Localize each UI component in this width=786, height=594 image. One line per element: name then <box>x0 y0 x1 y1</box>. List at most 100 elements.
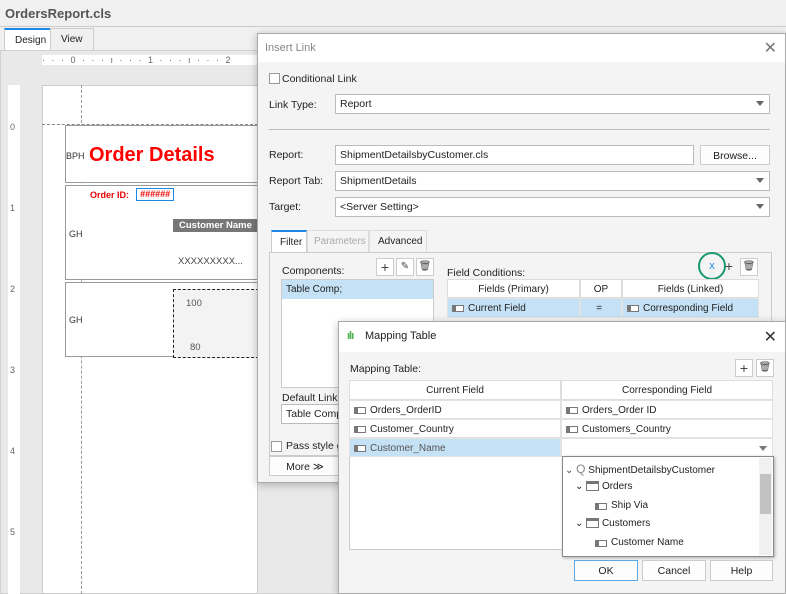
list-item[interactable]: Table Comp; <box>282 280 433 299</box>
add-icon[interactable]: + <box>720 258 738 276</box>
table-icon <box>586 481 600 492</box>
report-title-text[interactable]: Order Details <box>89 144 215 167</box>
table-cell[interactable]: Corresponding Field <box>622 298 759 318</box>
ruler-mark: 3 <box>10 365 16 375</box>
scrollbar[interactable] <box>759 458 772 555</box>
table-cell[interactable]: = <box>580 298 622 318</box>
order-id-field[interactable]: ###### <box>136 188 174 201</box>
target-value: <Server Setting> <box>340 201 419 213</box>
table-cell[interactable]: Customers_Country <box>561 419 773 438</box>
delete-icon[interactable]: 🗑 <box>740 258 758 276</box>
order-id-label[interactable]: Order ID: <box>90 190 129 200</box>
band-gh[interactable]: GH 100 80 <box>65 282 259 358</box>
link-type-select[interactable]: Report <box>335 94 770 114</box>
field-icon <box>566 426 578 433</box>
cell-text: Orders_OrderID <box>370 405 442 416</box>
cell-text: Orders_Order ID <box>582 405 657 416</box>
cell-text: Customers_Country <box>582 424 671 435</box>
field-icon <box>354 407 366 414</box>
ruler-mark: 4 <box>10 446 16 456</box>
tree-label: Ship Via <box>611 500 649 511</box>
column-header: Fields (Primary) <box>447 279 580 298</box>
tab-filter[interactable]: Filter <box>271 230 307 252</box>
chevron-down-icon: ⌄ <box>565 465 574 476</box>
chart-component[interactable]: 100 80 <box>173 289 259 358</box>
ruler-top: · · · 0 · · · ı · · · 1 · · · ı · · · 2 <box>42 55 258 65</box>
tree-label: Orders <box>601 481 633 492</box>
band-label: BPH <box>66 151 85 161</box>
chevron-down-icon: ⌄ <box>575 518 584 529</box>
chevron-down-icon <box>756 101 764 106</box>
ruler-mark: 5 <box>10 527 16 537</box>
ruler-mark: 0 <box>10 122 16 132</box>
pass-style-checkbox[interactable] <box>271 441 282 452</box>
components-label: Components: <box>282 265 345 277</box>
tree-label: Customers <box>601 518 651 529</box>
conditional-link-checkbox[interactable] <box>269 73 280 84</box>
scrollbar-thumb[interactable] <box>760 474 771 514</box>
link-type-value: Report <box>340 98 372 110</box>
delete-icon[interactable]: 🗑 <box>756 359 774 377</box>
tree-item[interactable]: ⌄ Orders <box>575 481 633 492</box>
close-icon[interactable]: ✕ <box>764 38 777 57</box>
tab-view[interactable]: View <box>50 28 94 50</box>
tree-item[interactable]: Customer Name <box>595 537 684 548</box>
add-icon[interactable]: + <box>735 359 753 377</box>
tree-item[interactable]: ⌄ Customers <box>575 518 650 529</box>
report-tab-value: ShipmentDetails <box>340 175 417 187</box>
report-tab-select[interactable]: ShipmentDetails <box>335 171 770 191</box>
more-button[interactable]: More ≫ <box>269 456 341 476</box>
query-icon: Q <box>576 462 586 476</box>
customer-name-header[interactable]: Customer Name <box>173 219 259 232</box>
report-label: Report: <box>269 149 304 161</box>
chart-tick: 80 <box>190 342 201 353</box>
table-cell[interactable]: Orders_OrderID <box>349 400 561 419</box>
field-icon <box>566 407 578 414</box>
field-icon <box>354 426 366 433</box>
window-title: OrdersReport.cls <box>0 0 786 27</box>
delete-icon[interactable]: 🗑 <box>416 258 434 276</box>
tree-item[interactable]: Ship Via <box>595 500 648 511</box>
band-gh[interactable]: GH Order ID: ###### Customer Name XXXXXX… <box>65 185 259 280</box>
table-cell[interactable]: Current Field <box>447 298 580 318</box>
ruler-mark: 1 <box>10 203 16 213</box>
table-cell[interactable]: Customer_Country <box>349 419 561 438</box>
field-icon <box>354 445 366 452</box>
tree-label: ShipmentDetailsbyCustomer <box>588 465 716 476</box>
band-label: GH <box>69 315 83 325</box>
cell-text: Customer_Country <box>370 424 454 435</box>
corresponding-field-dropdown[interactable] <box>561 438 773 457</box>
help-button[interactable]: Help <box>710 560 773 581</box>
field-conditions-label: Field Conditions: <box>447 267 526 279</box>
dialog-title: Insert Link <box>258 34 785 62</box>
report-input[interactable]: ShipmentDetailsbyCustomer.cls <box>335 145 694 165</box>
customer-name-field[interactable]: XXXXXXXXX... <box>178 256 243 267</box>
ok-button[interactable]: OK <box>574 560 638 581</box>
table-cell[interactable]: Orders_Order ID <box>561 400 773 419</box>
field-icon <box>595 540 607 547</box>
band-bph[interactable]: BPH Order Details <box>65 125 258 183</box>
field-icon <box>595 503 607 510</box>
field-tree-popup[interactable]: ⌄ Q ShipmentDetailsbyCustomer ⌄ Orders S… <box>562 456 774 557</box>
cell-text: Customer_Name <box>370 443 446 454</box>
edit-icon[interactable]: ✎ <box>396 258 414 276</box>
conditional-link-label: Conditional Link <box>282 73 357 85</box>
chevron-down-icon <box>756 178 764 183</box>
chart-tick: 100 <box>186 298 202 309</box>
column-header: Current Field <box>349 380 561 400</box>
chevron-down-icon <box>759 446 767 451</box>
table-cell[interactable]: Customer_Name <box>349 438 561 457</box>
ruler-left: 0 1 2 3 4 5 <box>8 85 20 594</box>
tree-item[interactable]: ⌄ Q ShipmentDetailsbyCustomer <box>565 462 715 476</box>
browse-button[interactable]: Browse... <box>700 145 770 165</box>
close-icon[interactable]: ✕ <box>764 327 777 346</box>
field-icon <box>452 305 464 312</box>
cell-text: Current Field <box>468 303 526 314</box>
target-label: Target: <box>269 201 302 213</box>
cancel-button[interactable]: Cancel <box>642 560 706 581</box>
add-icon[interactable]: + <box>376 258 394 276</box>
tab-parameters[interactable]: Parameters <box>307 230 369 252</box>
tab-advanced[interactable]: Advanced <box>369 230 427 252</box>
column-header: Fields (Linked) <box>622 279 759 298</box>
target-select[interactable]: <Server Setting> <box>335 197 770 217</box>
